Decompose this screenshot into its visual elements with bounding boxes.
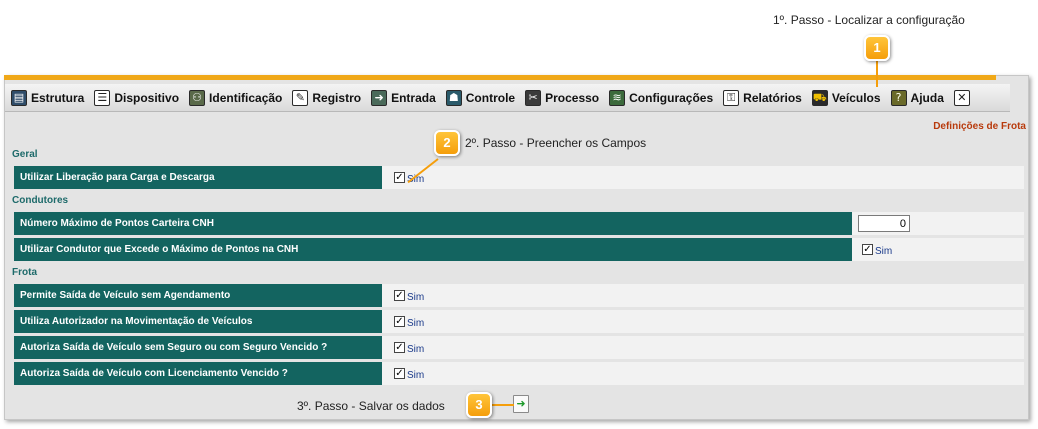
breadcrumb: Definições de Frota (933, 121, 1026, 132)
saida-licenciamento-checkbox[interactable]: ✓ (394, 368, 405, 379)
menu-item-processo[interactable]: ✂ Processo (525, 89, 599, 106)
vehicle-icon: ⛟ (811, 89, 828, 106)
device-icon: ☰ (94, 89, 111, 106)
saida-sem-agendamento-checkbox[interactable]: ✓ (394, 290, 405, 301)
step-3-text: 3º. Passo - Salvar os dados (297, 399, 445, 413)
section-condutores: Condutores (12, 195, 69, 206)
field-label: Autoriza Saída de Veículo sem Seguro ou … (14, 336, 382, 359)
section-geral: Geral (12, 149, 38, 160)
reports-icon: ⚿ (723, 89, 740, 106)
process-icon: ✂ (525, 89, 542, 106)
menu-item-veiculos[interactable]: ⛟ Veículos (811, 89, 881, 106)
entry-icon: ➜ (371, 89, 388, 106)
help-icon: ? (890, 89, 907, 106)
field-label: Autoriza Saída de Veículo com Licenciame… (14, 362, 382, 385)
settings-icon: ≋ (609, 89, 626, 106)
checkbox-label: Sim (407, 318, 425, 329)
field-label: Utilizar Liberação para Carga e Descarga (14, 166, 382, 189)
checkbox-label: Sim (407, 370, 425, 381)
control-icon: ☗ (445, 89, 462, 106)
identification-icon: ⚇ (189, 89, 206, 106)
condutor-excede-checkbox[interactable]: ✓ (862, 244, 873, 255)
menu-item-estrutura[interactable]: ▤ Estrutura (11, 89, 84, 106)
row-saida-sem-seguro: Autoriza Saída de Veículo sem Seguro ou … (14, 336, 1024, 359)
row-liberacao-carga: Utilizar Liberação para Carga e Descarga… (14, 166, 1024, 189)
field-label: Utiliza Autorizador na Movimentação de V… (14, 310, 382, 333)
register-icon: ✎ (292, 89, 309, 106)
accent-bar (4, 75, 996, 80)
row-autorizador-movimentacao: Utiliza Autorizador na Movimentação de V… (14, 310, 1024, 333)
menu-item-entrada[interactable]: ➜ Entrada (371, 89, 436, 106)
row-saida-licenciamento: Autoriza Saída de Veículo com Licenciame… (14, 362, 1024, 385)
step-1-badge: 1 (864, 35, 890, 61)
menu-item-controle[interactable]: ☗ Controle (445, 89, 515, 106)
max-pontos-input[interactable] (858, 215, 910, 232)
row-saida-sem-agendamento: Permite Saída de Veículo sem Agendamento… (14, 284, 1024, 307)
checkbox-label: Sim (407, 344, 425, 355)
menu-item-relatorios[interactable]: ⚿ Relatórios (723, 89, 802, 106)
field-label: Número Máximo de Pontos Carteira CNH (14, 212, 852, 235)
field-label: Utilizar Condutor que Excede o Máximo de… (14, 238, 852, 261)
main-menubar: ▤ Estrutura ☰ Dispositivo ⚇ Identificaçã… (5, 84, 1010, 112)
menu-item-identificacao[interactable]: ⚇ Identificação (189, 89, 282, 106)
step-3-badge: 3 (466, 392, 492, 418)
menu-item-ajuda[interactable]: ? Ajuda (890, 89, 944, 106)
step-1-connector (876, 59, 878, 87)
menu-item-overflow[interactable]: ✕ (953, 89, 974, 106)
section-frota: Frota (12, 267, 37, 278)
autorizador-movimentacao-checkbox[interactable]: ✓ (394, 316, 405, 327)
field-label: Permite Saída de Veículo sem Agendamento (14, 284, 382, 307)
step-2-badge: 2 (434, 130, 460, 156)
exit-icon: ✕ (953, 89, 970, 106)
step-2-text: 2º. Passo - Preencher os Campos (465, 136, 647, 150)
menu-item-dispositivo[interactable]: ☰ Dispositivo (94, 89, 179, 106)
saida-sem-seguro-checkbox[interactable]: ✓ (394, 342, 405, 353)
step-1-text: 1º. Passo - Localizar a configuração (773, 13, 965, 27)
row-max-pontos: Número Máximo de Pontos Carteira CNH (14, 212, 1024, 235)
menu-item-registro[interactable]: ✎ Registro (292, 89, 361, 106)
checkbox-label: Sim (407, 292, 425, 303)
save-icon[interactable]: ➜ (513, 395, 529, 413)
checkbox-label: Sim (875, 246, 893, 257)
structure-icon: ▤ (11, 89, 27, 106)
step-3-connector (492, 404, 514, 406)
row-condutor-excede: Utilizar Condutor que Excede o Máximo de… (14, 238, 1024, 261)
liberacao-carga-checkbox[interactable]: ✓ (394, 172, 405, 183)
menu-item-configuracoes[interactable]: ≋ Configurações (609, 89, 713, 106)
